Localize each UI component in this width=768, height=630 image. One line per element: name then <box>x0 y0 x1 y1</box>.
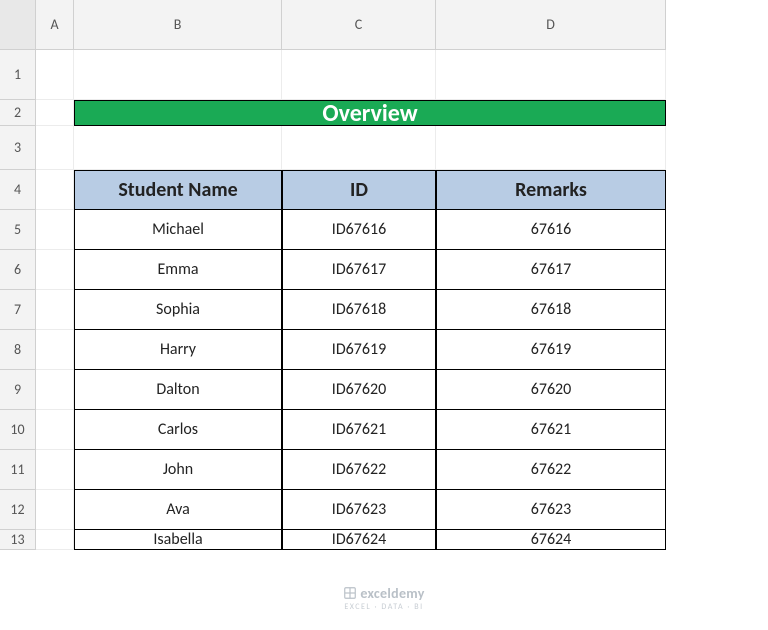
cell[interactable] <box>36 490 74 530</box>
cell[interactable] <box>36 50 74 100</box>
cell[interactable] <box>36 330 74 370</box>
cell-id[interactable]: ID67617 <box>282 250 436 290</box>
row-header[interactable]: 12 <box>0 490 36 530</box>
col-header-c[interactable]: C <box>282 0 436 50</box>
cell-name[interactable]: John <box>74 450 282 490</box>
select-all-corner[interactable] <box>0 0 36 50</box>
row-header[interactable]: 2 <box>0 100 36 126</box>
cell[interactable] <box>36 410 74 450</box>
cell-name[interactable]: Isabella <box>74 530 282 550</box>
cell-remarks[interactable]: 67618 <box>436 290 666 330</box>
cell[interactable] <box>36 530 74 550</box>
cell-name[interactable]: Harry <box>74 330 282 370</box>
cell-remarks[interactable]: 67619 <box>436 330 666 370</box>
spreadsheet-grid: A B C D 1 2 3 4 5 6 7 8 9 10 11 12 13 Ov… <box>0 0 768 550</box>
cell-name[interactable]: Carlos <box>74 410 282 450</box>
cell-id[interactable]: ID67616 <box>282 210 436 250</box>
cell[interactable] <box>36 250 74 290</box>
cell-id[interactable]: ID67623 <box>282 490 436 530</box>
cell-id[interactable]: ID67620 <box>282 370 436 410</box>
table-title[interactable]: Overview <box>74 100 666 126</box>
column-header-remarks[interactable]: Remarks <box>436 170 666 210</box>
row-header[interactable]: 10 <box>0 410 36 450</box>
row-header[interactable]: 7 <box>0 290 36 330</box>
row-header[interactable]: 1 <box>0 50 36 100</box>
cell[interactable] <box>282 50 436 100</box>
cell[interactable] <box>36 210 74 250</box>
spreadsheet-icon <box>343 586 357 600</box>
row-header[interactable]: 5 <box>0 210 36 250</box>
cell[interactable] <box>36 450 74 490</box>
cell[interactable] <box>436 126 666 170</box>
cell[interactable] <box>282 126 436 170</box>
row-header[interactable]: 8 <box>0 330 36 370</box>
cell[interactable] <box>436 50 666 100</box>
row-header[interactable]: 6 <box>0 250 36 290</box>
cell-remarks[interactable]: 67622 <box>436 450 666 490</box>
row-header[interactable]: 4 <box>0 170 36 210</box>
col-header-b[interactable]: B <box>74 0 282 50</box>
cell[interactable] <box>36 290 74 330</box>
cell-id[interactable]: ID67622 <box>282 450 436 490</box>
cell-remarks[interactable]: 67623 <box>436 490 666 530</box>
watermark: exceldemy EXCEL · DATA · BI <box>0 585 768 612</box>
cell-remarks[interactable]: 67621 <box>436 410 666 450</box>
cell-remarks[interactable]: 67620 <box>436 370 666 410</box>
watermark-tagline: EXCEL · DATA · BI <box>0 602 768 612</box>
row-header[interactable]: 13 <box>0 530 36 550</box>
cell-id[interactable]: ID67618 <box>282 290 436 330</box>
cell[interactable] <box>74 126 282 170</box>
cell-remarks[interactable]: 67624 <box>436 530 666 550</box>
cell[interactable] <box>36 170 74 210</box>
cell[interactable] <box>74 50 282 100</box>
cell-name[interactable]: Dalton <box>74 370 282 410</box>
cell-id[interactable]: ID67624 <box>282 530 436 550</box>
cell-name[interactable]: Emma <box>74 250 282 290</box>
col-header-d[interactable]: D <box>436 0 666 50</box>
cell-remarks[interactable]: 67616 <box>436 210 666 250</box>
cell-remarks[interactable]: 67617 <box>436 250 666 290</box>
watermark-brand: exceldemy <box>360 585 424 602</box>
col-header-a[interactable]: A <box>36 0 74 50</box>
row-header[interactable]: 9 <box>0 370 36 410</box>
row-header[interactable]: 11 <box>0 450 36 490</box>
cell-name[interactable]: Ava <box>74 490 282 530</box>
row-header[interactable]: 3 <box>0 126 36 170</box>
cell[interactable] <box>36 100 74 126</box>
column-header-id[interactable]: ID <box>282 170 436 210</box>
cell-id[interactable]: ID67621 <box>282 410 436 450</box>
cell-name[interactable]: Michael <box>74 210 282 250</box>
cell[interactable] <box>36 370 74 410</box>
cell[interactable] <box>36 126 74 170</box>
cell-id[interactable]: ID67619 <box>282 330 436 370</box>
column-header-name[interactable]: Student Name <box>74 170 282 210</box>
cell-name[interactable]: Sophia <box>74 290 282 330</box>
